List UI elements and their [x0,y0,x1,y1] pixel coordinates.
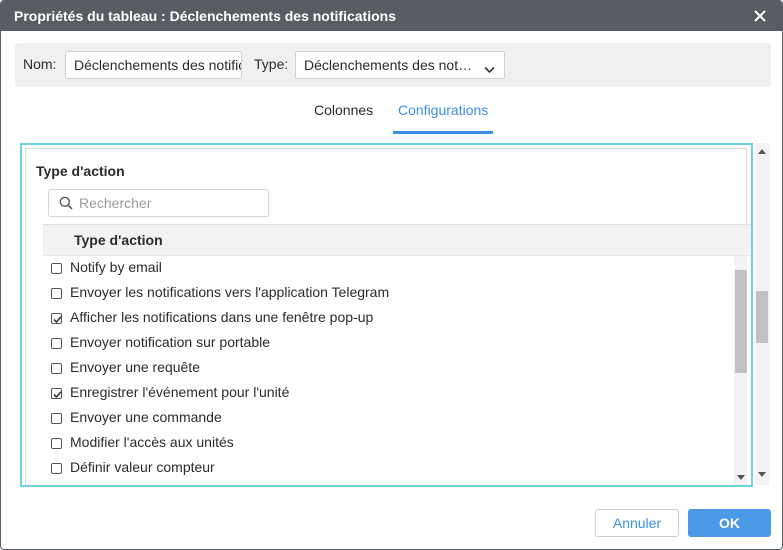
checkbox[interactable] [51,263,62,274]
list-item-label: Notify by email [70,259,162,275]
list-item-label: Afficher les notifications dans une fenê… [70,309,374,325]
name-label: Nom: [23,56,57,72]
search-box [48,189,269,217]
type-select-value: Déclenchements des notifications [304,57,474,73]
panel-scrollbar-thumb[interactable] [756,291,768,343]
list-item[interactable]: Envoyer une commande [43,406,733,431]
section-title: Type d'action [36,163,125,179]
type-select[interactable]: Déclenchements des notifications [295,51,505,79]
type-label: Type: [254,56,289,72]
checkbox[interactable] [51,438,62,449]
close-icon[interactable] [752,8,768,24]
list-item[interactable]: Afficher les notifications dans une fenê… [43,306,733,331]
chevron-down-icon [484,61,495,77]
list-item-label: Définir valeur compteur [70,459,215,475]
checkbox[interactable] [51,288,62,299]
checkbox-checked[interactable] [51,313,62,324]
name-field[interactable]: Déclenchements des notifications [65,51,242,79]
table-header: Type d'action [43,224,751,256]
dialog-title: Propriétés du tableau : Déclenchements d… [14,8,396,24]
list-scrollbar[interactable] [734,256,747,485]
list-item[interactable]: Modifier l'accès aux unités [43,431,733,456]
cancel-button[interactable]: Annuler [595,509,679,537]
list-item-label: Envoyer une requête [70,359,200,375]
list-item-label: Modifier l'accès aux unités [70,434,234,450]
checkbox[interactable] [51,463,62,474]
tab-columns[interactable]: Colonnes [314,102,373,118]
list-item-label: Envoyer une commande [70,409,222,425]
list-item[interactable]: Notify by email [43,256,733,281]
checkbox[interactable] [51,338,62,349]
list-item-label: Envoyer notification sur portable [70,334,270,350]
list-item[interactable]: Définir valeur compteur [43,456,733,481]
tab-configurations[interactable]: Configurations [398,102,488,118]
column-header-action-type: Type d'action [74,232,163,248]
search-input[interactable] [79,194,259,212]
dialog: Propriétés du tableau : Déclenchements d… [0,0,783,550]
checkbox[interactable] [51,363,62,374]
configuration-panel: Type d'action Type d'action Notify by em… [20,143,753,487]
list-item[interactable]: Envoyer les notifications vers l'applica… [43,281,733,306]
scroll-down-arrow-icon[interactable] [758,472,766,477]
list-item-label: Envoyer les notifications vers l'applica… [70,284,390,300]
name-type-bar: Nom: Déclenchements des notifications Ty… [15,43,771,87]
list-item-label: Enregistrer l'événement pour l'unité [70,384,290,400]
action-type-list: Notify by email Envoyer les notification… [43,256,733,485]
scroll-up-arrow-icon[interactable] [758,149,766,154]
list-item[interactable]: Envoyer une requête [43,356,733,381]
search-icon [59,196,73,213]
list-item[interactable]: Enregistrer l'événement pour l'unité [43,381,733,406]
title-bar: Propriétés du tableau : Déclenchements d… [1,1,782,31]
checkbox-checked[interactable] [51,388,62,399]
active-tab-indicator [393,131,493,134]
scroll-down-arrow-icon[interactable] [737,475,745,480]
checkbox[interactable] [51,413,62,424]
list-item[interactable]: Envoyer notification sur portable [43,331,733,356]
list-scrollbar-thumb[interactable] [735,270,747,373]
panel-scrollbar[interactable] [755,143,769,485]
ok-button[interactable]: OK [688,509,771,537]
